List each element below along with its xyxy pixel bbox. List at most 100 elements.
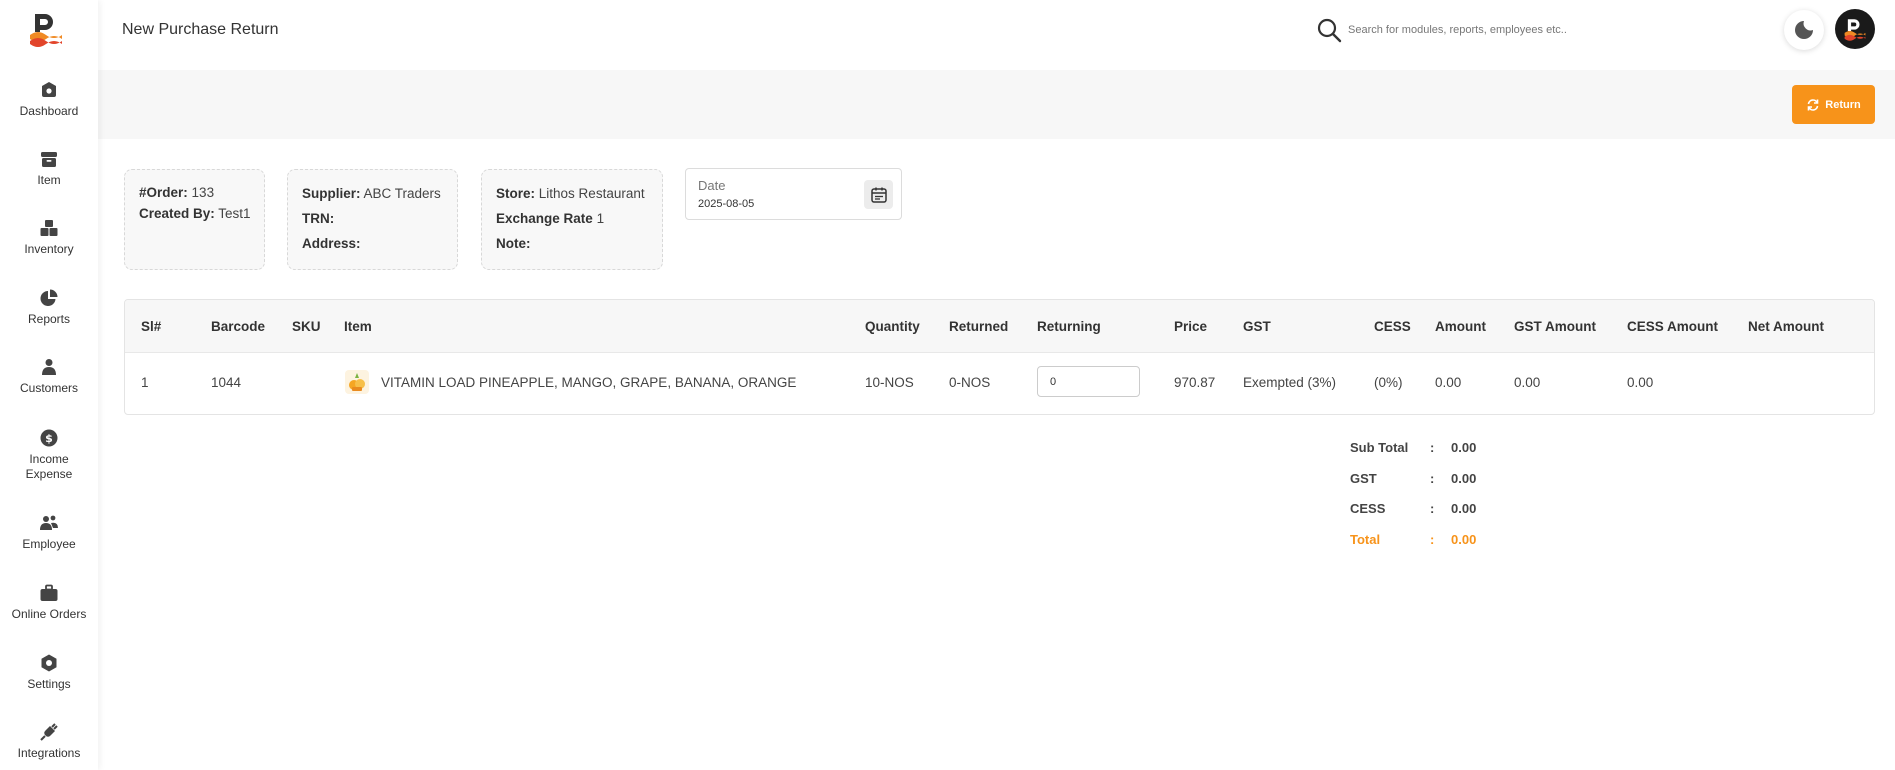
cell-quantity: 10-NOS — [865, 375, 914, 390]
date-value[interactable]: 2025-08-05 — [698, 198, 754, 210]
date-field[interactable]: Date 2025-08-05 — [685, 168, 902, 220]
item-box-icon — [41, 152, 57, 167]
cess-total-label: CESS — [1350, 501, 1386, 516]
subtotal-value: 0.00 — [1451, 440, 1477, 455]
sidebar-item-label: Inventory — [24, 242, 74, 256]
inventory-icon — [40, 220, 58, 236]
address-label: Address: — [302, 236, 361, 251]
date-label: Date — [698, 178, 726, 193]
sidebar-item-employee[interactable]: Employee — [0, 513, 98, 552]
gst-total-row: GST : 0.00 — [1350, 471, 1550, 502]
sidebar-item-integrations[interactable]: Integrations — [0, 722, 98, 761]
svg-text:$: $ — [45, 432, 53, 445]
sidebar-item-dashboard[interactable]: Dashboard — [0, 80, 98, 119]
order-number: 133 — [191, 185, 215, 200]
top-header: New Purchase Return — [98, 0, 1895, 70]
table-row: 1 1044 VITAMIN LOAD PINEAPPLE, MANGO, GR… — [125, 353, 1874, 414]
cell-gst-amount: 0.00 — [1514, 375, 1541, 390]
dashboard-icon — [42, 82, 56, 97]
order-card: #Order: 133 Created By: Test1 — [124, 169, 265, 270]
action-toolbar: Return — [98, 70, 1895, 139]
gst-total-label: GST — [1350, 470, 1377, 486]
col-sl: Sl# — [141, 319, 162, 334]
col-item: Item — [344, 319, 372, 334]
exchange-rate-value: 1 — [596, 211, 605, 226]
subtotal-row: Sub Total : 0.00 — [1350, 440, 1550, 471]
sidebar-item-online-orders[interactable]: Online Orders — [0, 583, 98, 622]
store-value: Lithos Restaurant — [538, 186, 645, 201]
sidebar-item-label: Integrations — [17, 746, 81, 760]
sidebar-item-label: Dashboard — [19, 104, 79, 118]
sidebar-item-reports[interactable]: Reports — [0, 288, 98, 327]
settings-icon — [41, 654, 57, 672]
cell-cess: (0%) — [1374, 375, 1403, 390]
col-price: Price — [1174, 319, 1208, 334]
subtotal-colon: : — [1430, 440, 1435, 455]
grand-total-value: 0.00 — [1451, 531, 1477, 547]
grand-total-colon: : — [1430, 531, 1435, 547]
grand-total-label: Total — [1350, 531, 1381, 547]
col-cess-amount: CESS Amount — [1627, 319, 1718, 334]
trn-label: TRN: — [302, 211, 335, 226]
col-gst-amount: GST Amount — [1514, 319, 1596, 334]
gst-total-value: 0.00 — [1451, 470, 1477, 486]
table-header: Sl# Barcode SKU Item Quantity Returned R… — [125, 300, 1874, 353]
sidebar-item-inventory[interactable]: Inventory — [0, 218, 98, 257]
avatar[interactable] — [1835, 9, 1875, 49]
cell-amount: 0.00 — [1435, 375, 1462, 390]
moon-icon — [1795, 21, 1813, 39]
sidebar: Dashboard Item Inventory Reports Custome… — [0, 0, 98, 770]
sidebar-item-settings[interactable]: Settings — [0, 653, 98, 692]
search-input[interactable] — [1348, 18, 1648, 42]
sidebar-item-customers[interactable]: Customers — [0, 357, 98, 396]
sidebar-item-label: Customers — [19, 381, 78, 395]
col-gst: GST — [1243, 319, 1271, 334]
col-net-amount: Net Amount — [1748, 319, 1824, 334]
supplier-value: ABC Traders — [363, 186, 441, 201]
return-button-label: Return — [1825, 98, 1861, 111]
page-title: New Purchase Return — [122, 21, 279, 38]
supplier-card: Supplier: ABC Traders TRN: Address: — [287, 169, 458, 270]
sidebar-item-label: Reports — [27, 312, 71, 326]
cess-total-colon: : — [1430, 501, 1435, 516]
sidebar-item-income-expense[interactable]: $ Income Expense — [0, 428, 98, 482]
created-by-label: Created By: — [139, 206, 215, 221]
theme-toggle-button[interactable] — [1784, 10, 1824, 50]
returning-quantity-input[interactable] — [1037, 366, 1140, 397]
refresh-icon — [1807, 98, 1819, 111]
dollar-icon: $ — [40, 429, 58, 447]
employee-icon — [40, 515, 58, 530]
pie-chart-icon — [40, 289, 58, 306]
briefcase-icon — [40, 584, 58, 601]
sidebar-item-item[interactable]: Item — [0, 149, 98, 188]
subtotal-label: Sub Total — [1350, 440, 1409, 455]
supplier-label: Supplier: — [302, 186, 361, 201]
gst-total-colon: : — [1430, 470, 1435, 486]
cell-item-name: VITAMIN LOAD PINEAPPLE, MANGO, GRAPE, BA… — [381, 375, 797, 390]
search-icon[interactable] — [1316, 17, 1342, 43]
brand-logo[interactable] — [26, 11, 66, 47]
cess-total-row: CESS : 0.00 — [1350, 501, 1550, 532]
col-amount: Amount — [1435, 319, 1486, 334]
sidebar-item-label: Settings — [27, 677, 71, 691]
cell-returned: 0-NOS — [949, 375, 991, 390]
sidebar-item-label: Item — [37, 173, 61, 187]
col-quantity: Quantity — [865, 319, 920, 334]
order-label: #Order: — [139, 185, 188, 200]
cess-total-value: 0.00 — [1451, 501, 1477, 516]
customers-icon — [42, 359, 56, 375]
sidebar-item-label: Income Expense — [25, 452, 73, 481]
cell-barcode: 1044 — [211, 375, 242, 390]
cell-sl: 1 — [141, 375, 149, 390]
sidebar-item-label: Online Orders — [11, 607, 87, 621]
sidebar-item-label: Employee — [22, 537, 76, 551]
store-label: Store: — [496, 186, 536, 201]
item-thumbnail — [345, 370, 369, 394]
grand-total-row: Total : 0.00 — [1350, 532, 1550, 563]
cell-gst: Exempted (3%) — [1243, 375, 1337, 390]
cell-price: 970.87 — [1174, 375, 1216, 390]
calendar-button[interactable] — [864, 180, 893, 209]
store-card: Store: Lithos Restaurant Exchange Rate 1… — [481, 169, 663, 270]
return-button[interactable]: Return — [1792, 85, 1875, 124]
created-by-value: Test1 — [218, 206, 251, 221]
